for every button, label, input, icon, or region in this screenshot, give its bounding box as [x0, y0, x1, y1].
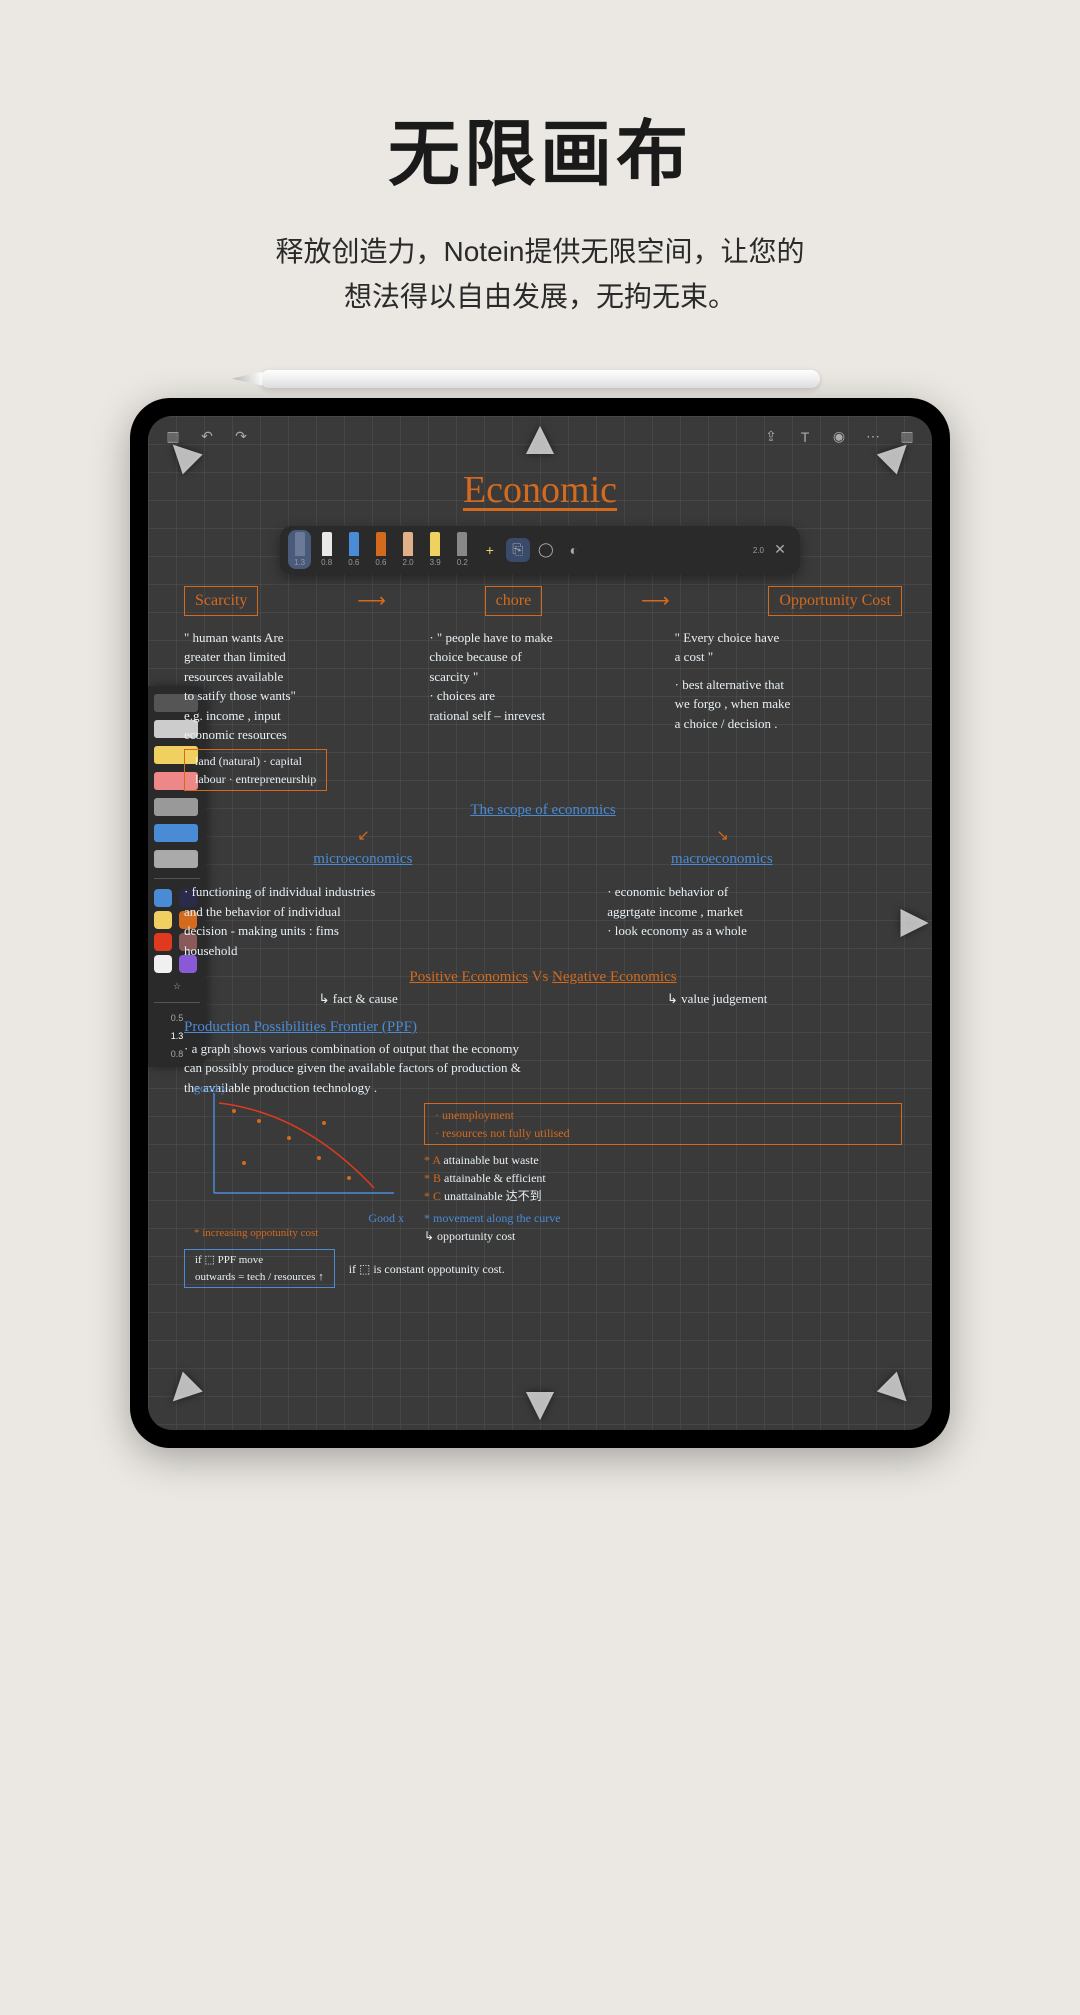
arrow-icon: ⟶ — [630, 586, 680, 616]
pen-7[interactable]: 0.2 — [451, 530, 474, 569]
scope-heading: The scope of economics — [184, 799, 902, 822]
expand-arrow-n: ▲ — [516, 416, 564, 466]
micro-heading: microeconomics — [313, 848, 412, 871]
micro-notes: · functioning of individual industriesan… — [184, 882, 567, 960]
tablet-frame: ▲ ▲ ▲ ▲ ▲ ▲ ▲ ▲ ▥ ↶ ↷ ⇪ T ◉ ⋯ ▥ Economic… — [130, 398, 950, 1448]
col-chore: · " people have to makechoice because of… — [429, 628, 656, 791]
redo-icon[interactable]: ↷ — [230, 426, 252, 448]
color-white[interactable] — [154, 955, 172, 973]
share-icon[interactable]: ⇪ — [760, 426, 782, 448]
pen-tool-icon[interactable]: ◉ — [828, 426, 850, 448]
pen-toolbar: 1.3 0.8 0.6 0.6 2.0 3.9 0.2 + ⎘ ◯ ◐ 2.0 … — [280, 526, 800, 574]
pen-4[interactable]: 0.6 — [369, 530, 392, 569]
pen-1[interactable]: 1.3 — [288, 530, 311, 569]
box-opportunity: Opportunity Cost — [768, 586, 902, 616]
col-scarcity: " human wants Aregreater than limitedres… — [184, 628, 411, 791]
key-c: * C unattainable 达不到 — [424, 1187, 902, 1205]
macro-notes: · economic behavior ofaggrtgate income ,… — [607, 882, 902, 960]
pen-2[interactable]: 0.8 — [315, 530, 338, 569]
close-toolbar-button[interactable]: ✕ — [768, 538, 792, 562]
pen-6[interactable]: 3.9 — [424, 530, 447, 569]
dark-mode-button[interactable]: ◐ — [562, 538, 586, 562]
pen-5[interactable]: 2.0 — [397, 530, 420, 569]
key-a: * A * A attainable but wasteattainable b… — [424, 1151, 902, 1169]
pos-econ: Positive Economics — [409, 969, 528, 985]
neg-econ: Negative Economics — [552, 969, 677, 985]
app-screen[interactable]: ▲ ▲ ▲ ▲ ▲ ▲ ▲ ▲ ▥ ↶ ↷ ⇪ T ◉ ⋯ ▥ Economic… — [148, 416, 932, 1430]
handwritten-notes[interactable]: Scarcity ⟶ chore ⟶ Opportunity Cost " hu… — [184, 576, 902, 1410]
promo-title: 无限画布 — [0, 95, 1080, 200]
arrow-icon: ⟶ — [347, 586, 397, 616]
pos-sub: ↳ fact & cause — [319, 989, 398, 1009]
apple-pencil — [260, 370, 820, 388]
macro-heading: macroeconomics — [671, 848, 773, 871]
ppf-move-box: if ⬚ PPF move outwards = tech / resource… — [184, 1249, 335, 1288]
col-opportunity: " Every choice havea cost " · best alter… — [675, 628, 902, 791]
key-b: * B attainable & efficient — [424, 1169, 902, 1187]
pen-3[interactable]: 0.6 — [342, 530, 365, 569]
box-chore: chore — [485, 586, 543, 616]
color-blue[interactable] — [154, 889, 172, 907]
lasso-button[interactable]: ◯ — [534, 538, 558, 562]
ppf-constant: if ⬚ is constant oppotunity cost. — [349, 1260, 505, 1278]
text-tool-icon[interactable]: T — [794, 426, 816, 448]
promo-subtitle: 释放创造力，Notein提供无限空间，让您的 想法得以自由发展，无拘无束。 — [0, 230, 1080, 320]
ppf-graph: good y Good x * increasing oppotunity co… — [194, 1083, 414, 1223]
add-pen-button[interactable]: + — [478, 538, 502, 562]
unemployment-box: · unemployment· resources not fully util… — [424, 1103, 902, 1145]
color-red[interactable] — [154, 933, 172, 951]
arrow-down-right-icon: ↘ — [716, 825, 729, 848]
box-scarcity: Scarcity — [184, 586, 258, 616]
color-yellow[interactable] — [154, 911, 172, 929]
ppf-title: Production Possibilities Frontier (PPF) — [184, 1016, 902, 1039]
scroll-size: 2.0 — [753, 546, 764, 555]
paste-button[interactable]: ⎘ — [506, 538, 530, 562]
curve-note: * movement along the curve — [424, 1209, 902, 1227]
canvas-title: Economic — [148, 468, 932, 512]
arrow-down-left-icon: ↙ — [357, 825, 370, 848]
neg-sub: ↳ value judgement — [667, 989, 767, 1009]
